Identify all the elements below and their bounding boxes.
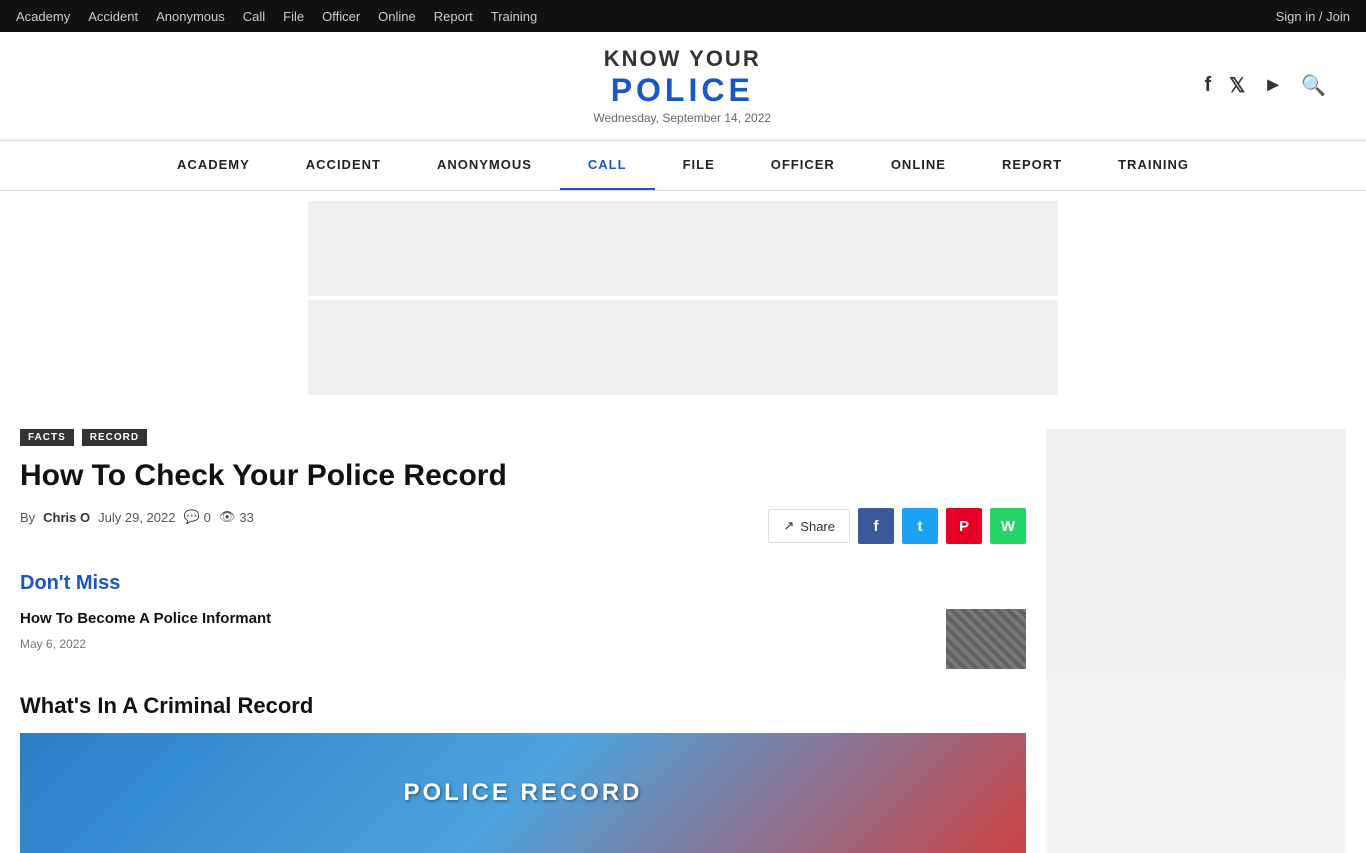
pin-icon: P (959, 518, 969, 535)
nav-academy[interactable]: ACADEMY (149, 141, 278, 190)
article-date: July 29, 2022 (98, 510, 175, 525)
top-bar-nav: Academy Accident Anonymous Call File Off… (16, 9, 537, 24)
main-content: FACTS RECORD How To Check Your Police Re… (20, 429, 1026, 853)
article-img-text: POLICE RECORD (403, 779, 642, 807)
facebook-icon[interactable]: f (1205, 74, 1212, 97)
article-author[interactable]: Chris O (43, 510, 90, 525)
ad-area (308, 191, 1058, 409)
ad-block-1 (308, 201, 1058, 296)
twitter-share-button[interactable]: t (902, 508, 938, 544)
article-body: What's In A Criminal Record POLICE RECOR… (20, 693, 1026, 853)
logo-date: Wednesday, September 14, 2022 (593, 111, 771, 125)
article-section-title: What's In A Criminal Record (20, 693, 1026, 719)
topnav-online[interactable]: Online (378, 9, 416, 24)
youtube-icon[interactable]: ► (1263, 74, 1283, 97)
logo-know: KNOW YOUR (593, 46, 771, 72)
topnav-file[interactable]: File (283, 9, 304, 24)
dont-miss-title: Don't Miss (20, 572, 1026, 595)
topnav-anonymous[interactable]: Anonymous (156, 9, 225, 24)
nav-officer[interactable]: OFFICER (743, 141, 863, 190)
tag-facts[interactable]: FACTS (20, 429, 74, 446)
pinterest-share-button[interactable]: P (946, 508, 982, 544)
nav-call[interactable]: CALL (560, 141, 655, 190)
signin-link[interactable]: Sign in / Join (1276, 9, 1350, 24)
main-nav: ACADEMY ACCIDENT ANONYMOUS CALL FILE OFF… (0, 140, 1366, 191)
comment-icon: 💬 (183, 509, 199, 525)
nav-report[interactable]: REPORT (974, 141, 1090, 190)
nav-anonymous[interactable]: ANONYMOUS (409, 141, 560, 190)
dont-miss-item: How To Become A Police Informant May 6, … (20, 609, 1026, 669)
header-icons: f 𝕏 ► 🔍 (1205, 73, 1327, 98)
tag-record[interactable]: RECORD (82, 429, 147, 446)
dont-miss-section: Don't Miss How To Become A Police Inform… (20, 572, 1026, 669)
twitter-icon[interactable]: 𝕏 (1229, 73, 1245, 98)
topnav-accident[interactable]: Accident (88, 9, 138, 24)
site-header: KNOW YOUR POLICE Wednesday, September 14… (0, 32, 1366, 140)
fb-icon: f (874, 518, 879, 535)
logo-area: KNOW YOUR POLICE Wednesday, September 14… (593, 46, 771, 125)
by-label: By (20, 510, 35, 525)
dont-miss-text-area: How To Become A Police Informant May 6, … (20, 609, 934, 651)
share-bar: ↗ Share f t P W (768, 508, 1026, 544)
article-image: POLICE RECORD (20, 733, 1026, 853)
nav-file[interactable]: FILE (655, 141, 743, 190)
tw-icon: t (918, 518, 923, 535)
ad-block-2 (308, 300, 1058, 395)
tags-row: FACTS RECORD (20, 429, 1026, 446)
dont-miss-img-placeholder (946, 609, 1026, 669)
share-icon: ↗ (783, 518, 794, 534)
eye-icon: 👁 (219, 509, 236, 525)
topnav-officer[interactable]: Officer (322, 9, 360, 24)
logo-police: POLICE (593, 72, 771, 109)
topnav-call[interactable]: Call (243, 9, 265, 24)
topnav-report[interactable]: Report (434, 9, 473, 24)
whatsapp-share-button[interactable]: W (990, 508, 1026, 544)
nav-training[interactable]: TRAINING (1090, 141, 1217, 190)
search-icon[interactable]: 🔍 (1301, 73, 1326, 98)
share-label: Share (800, 519, 835, 534)
topnav-training[interactable]: Training (491, 9, 537, 24)
sidebar (1046, 429, 1346, 853)
sidebar-ad (1046, 429, 1346, 679)
dont-miss-date: May 6, 2022 (20, 637, 86, 651)
nav-online[interactable]: ONLINE (863, 141, 974, 190)
dont-miss-image (946, 609, 1026, 669)
dont-miss-article-title[interactable]: How To Become A Police Informant (20, 609, 934, 629)
top-bar-auth: Sign in / Join (1276, 8, 1350, 24)
meta-share-row: By Chris O July 29, 2022 💬 0 👁 33 ↗ Shar… (20, 508, 1026, 544)
wa-icon: W (1001, 518, 1015, 535)
topnav-academy[interactable]: Academy (16, 9, 70, 24)
nav-accident[interactable]: ACCIDENT (278, 141, 409, 190)
views-meta: 👁 33 (219, 509, 254, 525)
top-bar: Academy Accident Anonymous Call File Off… (0, 0, 1366, 32)
article-meta: By Chris O July 29, 2022 💬 0 👁 33 (20, 509, 758, 525)
content-wrapper: FACTS RECORD How To Check Your Police Re… (0, 409, 1366, 853)
share-button[interactable]: ↗ Share (768, 509, 850, 543)
comments-meta: 💬 0 (183, 509, 210, 525)
facebook-share-button[interactable]: f (858, 508, 894, 544)
view-count: 33 (239, 510, 253, 525)
article-title: How To Check Your Police Record (20, 458, 1026, 494)
comment-count: 0 (204, 510, 211, 525)
dont-miss-text: How To Become A Police Informant May 6, … (20, 609, 934, 651)
